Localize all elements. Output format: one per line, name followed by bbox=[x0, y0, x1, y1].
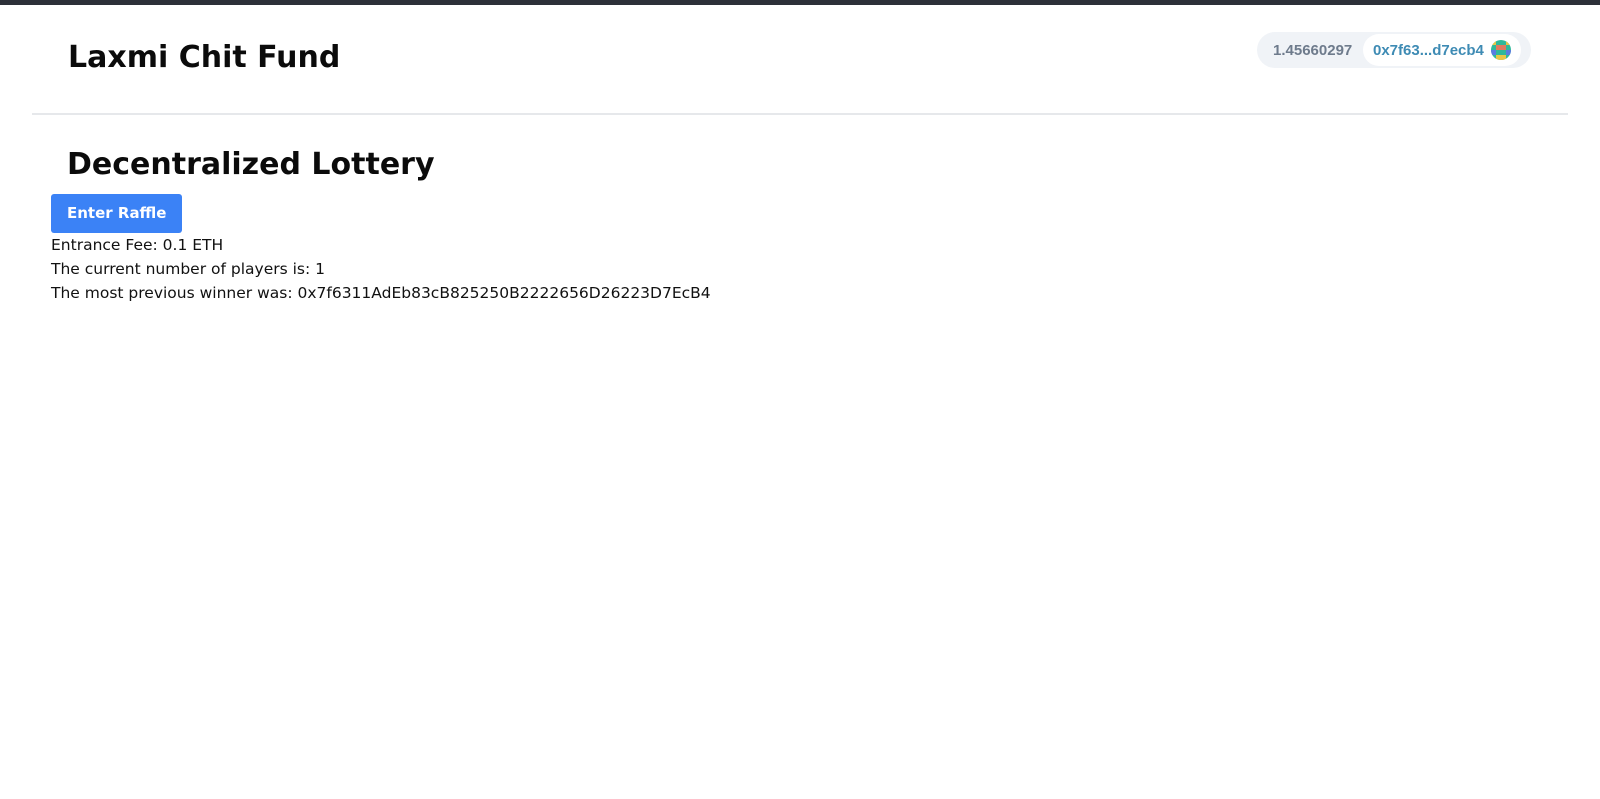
lottery-section: Decentralized Lottery Enter Raffle Entra… bbox=[51, 145, 711, 305]
app-title: Laxmi Chit Fund bbox=[68, 40, 341, 75]
enter-raffle-button[interactable]: Enter Raffle bbox=[51, 194, 183, 233]
account-address: 0x7f63...d7ecb4 bbox=[1373, 41, 1484, 59]
page-header: Laxmi Chit Fund 1.45660297 0x7f63...d7ec… bbox=[32, 5, 1568, 115]
wallet-connect-widget[interactable]: 1.45660297 0x7f63...d7ecb4 bbox=[1257, 32, 1531, 68]
section-title: Decentralized Lottery bbox=[67, 147, 435, 182]
blockie-avatar-icon bbox=[1490, 40, 1511, 60]
entrance-fee-text: Entrance Fee: 0.1 ETH bbox=[51, 236, 224, 254]
account-button[interactable]: 0x7f63...d7ecb4 bbox=[1363, 34, 1521, 66]
players-count-text: The current number of players is: 1 bbox=[51, 260, 326, 278]
wallet-balance: 1.45660297 bbox=[1273, 41, 1353, 59]
previous-winner-text: The most previous winner was: 0x7f6311Ad… bbox=[51, 284, 711, 302]
